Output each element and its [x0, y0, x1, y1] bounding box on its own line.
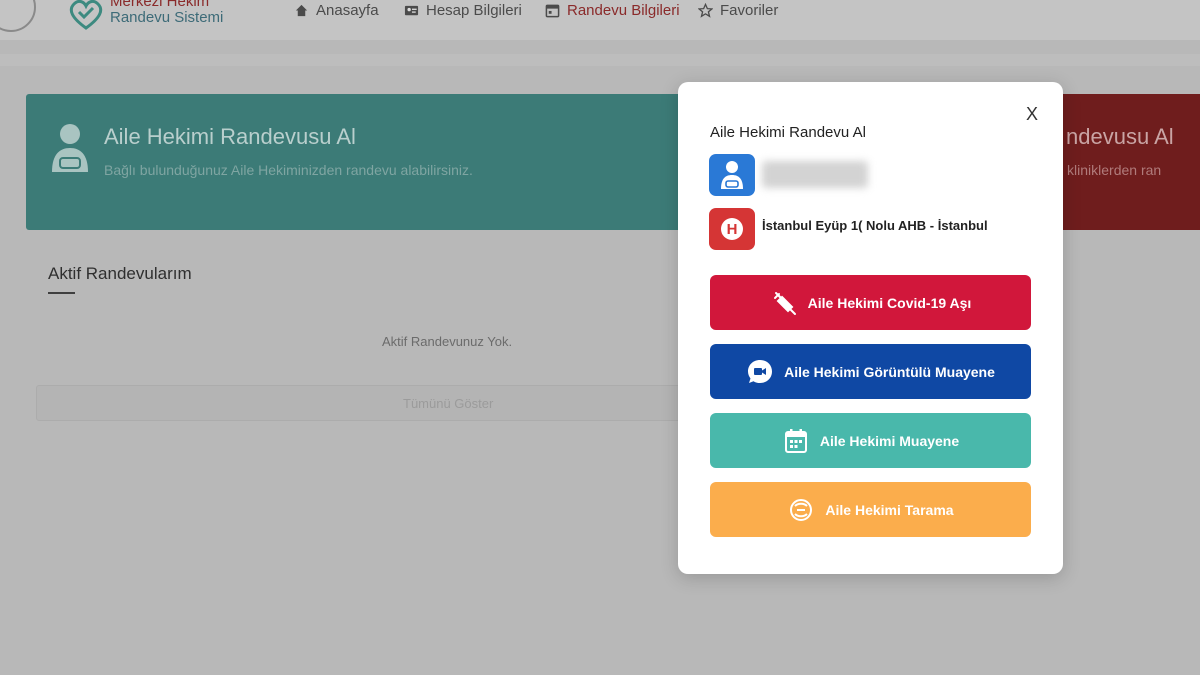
id-card-icon	[404, 5, 419, 16]
nav-item-appointments[interactable]: Randevu Bilgileri	[545, 2, 680, 19]
nav-item-favorites[interactable]: Favoriler	[698, 2, 778, 19]
star-icon	[698, 3, 713, 18]
doctor-icon	[52, 124, 88, 172]
covid-vaccine-button[interactable]: Aile Hekimi Covid-19 Aşı	[710, 275, 1031, 330]
hospital-badge: H	[721, 218, 743, 240]
close-button[interactable]: X	[1026, 104, 1038, 125]
hospital-icon: H	[709, 208, 755, 250]
card-title: ndevusu Al	[1066, 124, 1174, 149]
doctor-name-redacted	[762, 161, 868, 188]
show-all-label: Tümünü Göster	[403, 396, 494, 411]
nav-item-label: Randevu Bilgileri	[567, 2, 680, 19]
calendar-icon	[545, 4, 560, 18]
active-appointments-tab[interactable]: Aktif Randevularım	[48, 264, 192, 284]
empty-appointments-text: Aktif Randevunuz Yok.	[382, 334, 513, 349]
heart-logo-icon	[69, 0, 103, 30]
calendar-check-icon	[784, 428, 807, 453]
tab-underline	[48, 292, 75, 294]
button-label: Aile Hekimi Muayene	[819, 432, 960, 449]
doctor-icon	[709, 154, 755, 196]
button-label: Aile Hekimi Tarama	[825, 501, 954, 518]
screening-icon	[790, 498, 813, 521]
top-navigation-bar: Merkezi Hekim Randevu Sistemi Anasayfa H…	[0, 0, 1200, 40]
header-divider	[0, 54, 1200, 66]
appointment-modal: X Aile Hekimi Randevu Al H İstanbul Eyüp…	[678, 82, 1063, 574]
card-subtitle: Bağlı bulunduğunuz Aile Hekiminizden ran…	[104, 162, 473, 178]
nav-item-label: Anasayfa	[316, 2, 379, 19]
site-logo-text[interactable]: Merkezi Hekim Randevu Sistemi	[110, 0, 223, 26]
logo-line-2: Randevu Sistemi	[110, 9, 224, 26]
nav-item-home[interactable]: Anasayfa	[294, 2, 379, 19]
syringe-icon	[773, 291, 796, 315]
card-title: Aile Hekimi Randevusu Al	[104, 124, 356, 149]
nav-item-label: Favoriler	[720, 2, 779, 19]
video-examination-button[interactable]: Aile Hekimi Görüntülü Muayene	[710, 344, 1031, 399]
button-label: Aile Hekimi Covid-19 Aşı	[807, 294, 972, 311]
family-doctor-appointment-card[interactable]: Aile Hekimi Randevusu Al Bağlı bulunduğu…	[26, 94, 726, 230]
nav-item-label: Hesap Bilgileri	[426, 2, 522, 19]
video-chat-icon	[748, 359, 773, 383]
hospital-name: İstanbul Eyüp 1( Nolu AHB - İstanbul	[762, 218, 988, 233]
nav-item-account[interactable]: Hesap Bilgileri	[404, 2, 522, 19]
show-all-button[interactable]: Tümünü Göster	[36, 385, 686, 421]
ministry-seal-logo	[0, 0, 36, 32]
home-icon	[295, 4, 308, 17]
screening-button[interactable]: Aile Hekimi Tarama	[710, 482, 1031, 537]
modal-title: Aile Hekimi Randevu Al	[710, 124, 866, 141]
examination-button[interactable]: Aile Hekimi Muayene	[710, 413, 1031, 468]
button-label: Aile Hekimi Görüntülü Muayene	[784, 363, 995, 380]
